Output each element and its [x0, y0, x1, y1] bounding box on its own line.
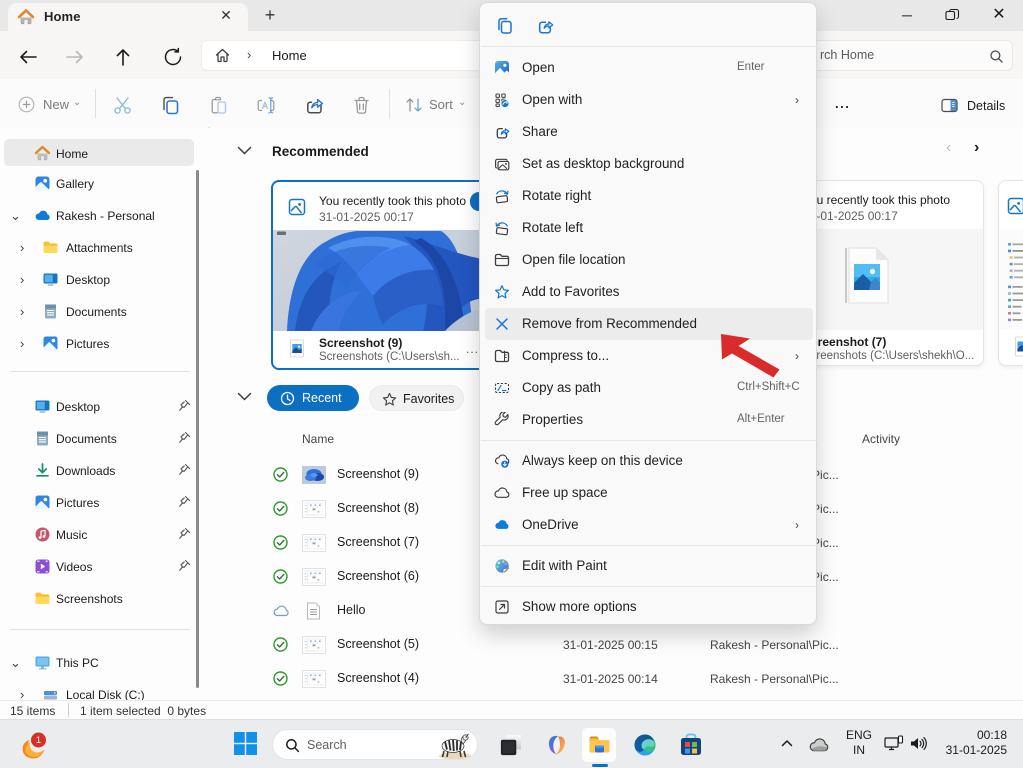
svg-text:1: 1 — [36, 735, 41, 746]
